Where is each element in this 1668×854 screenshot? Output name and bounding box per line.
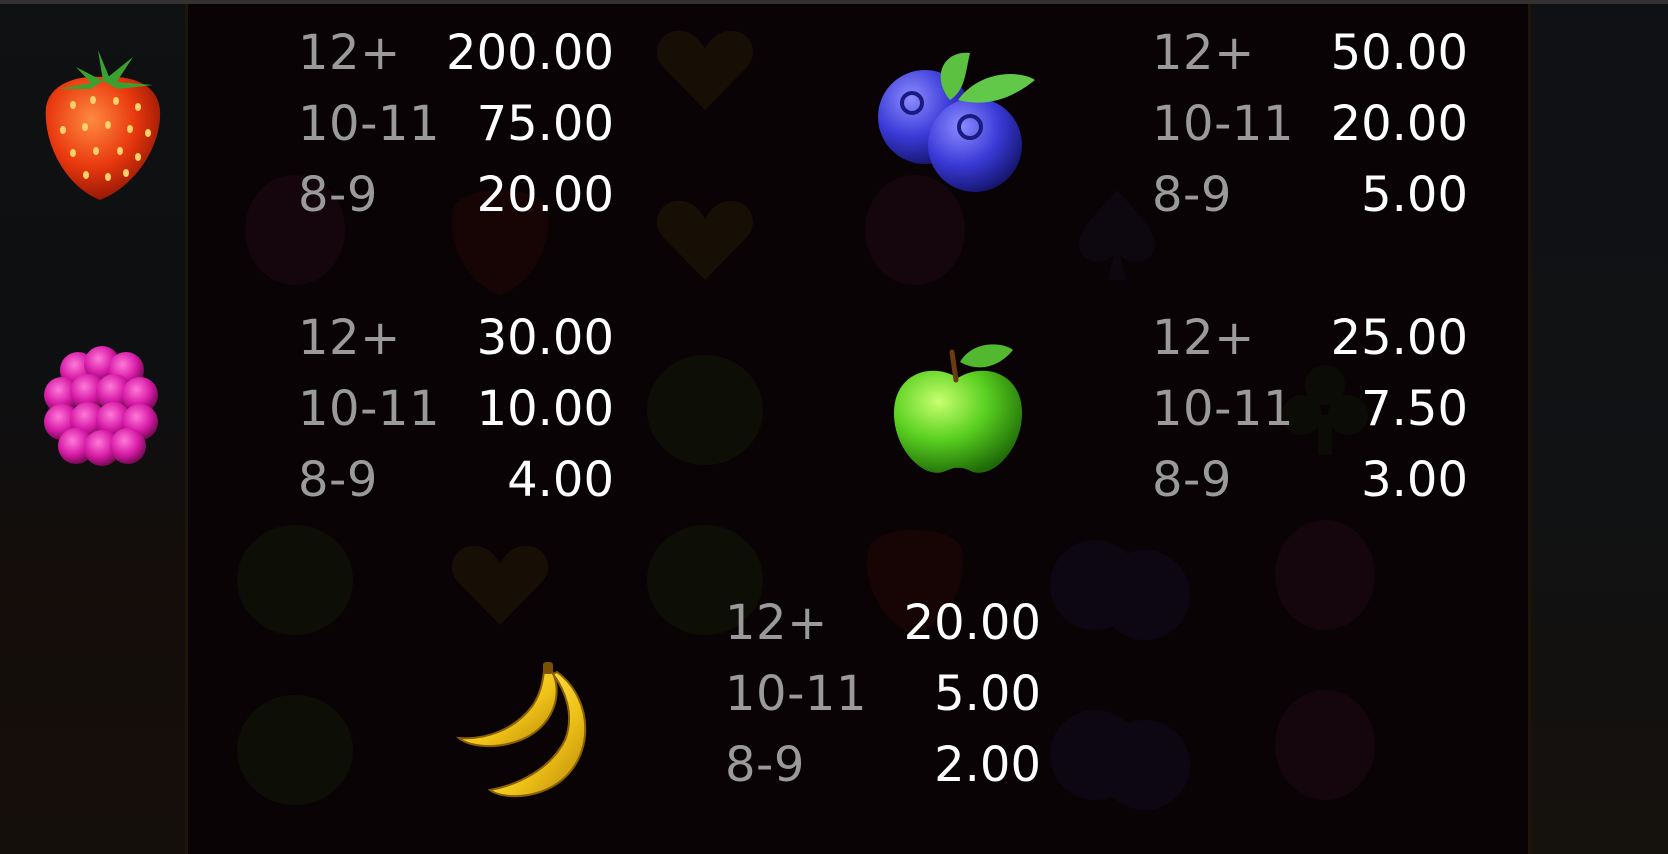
symbol-count: 12+ [1152,310,1255,366]
strawberry-row-1: 12+ 200.00 [298,18,614,88]
apple-row-1: 12+ 25.00 [1152,303,1468,373]
strawberry-icon [45,50,161,200]
symbol-count: 8-9 [298,452,378,508]
payout-value: 75.00 [476,96,614,152]
symbol-count: 10-11 [1152,381,1294,437]
payout-value: 7.50 [1361,381,1468,437]
blueberry-row-3: 8-9 5.00 [1152,160,1468,230]
symbol-count: 8-9 [725,737,805,793]
banana-row-3: 8-9 2.00 [725,730,1041,800]
apple-row-3: 8-9 3.00 [1152,445,1468,515]
payout-value: 200.00 [446,25,614,81]
symbol-count: 12+ [1152,25,1255,81]
payout-value: 5.00 [934,666,1041,722]
payout-value: 20.00 [903,595,1041,651]
symbol-count: 8-9 [1152,452,1232,508]
symbol-count: 10-11 [298,381,440,437]
symbol-count: 10-11 [1152,96,1294,152]
raspberry-row-3: 8-9 4.00 [298,445,614,515]
payout-value: 3.00 [1361,452,1468,508]
symbol-count: 8-9 [1152,167,1232,223]
raspberry-row-2: 10-11 10.00 [298,374,614,444]
blueberry-icon [878,52,1035,192]
raspberry-row-1: 12+ 30.00 [298,303,614,373]
symbol-count: 10-11 [298,96,440,152]
banana-row-1: 12+ 20.00 [725,588,1041,658]
raspberry-icon [44,346,158,466]
blueberry-row-2: 10-11 20.00 [1152,89,1468,159]
payout-value: 2.00 [934,737,1041,793]
payout-value: 10.00 [476,381,614,437]
symbol-count: 12+ [298,310,401,366]
symbol-count: 12+ [725,595,828,651]
symbol-count: 12+ [298,25,401,81]
symbol-count: 10-11 [725,666,867,722]
payout-value: 20.00 [1330,96,1468,152]
payout-value: 4.00 [507,452,614,508]
symbol-count: 8-9 [298,167,378,223]
strawberry-row-2: 10-11 75.00 [298,89,614,159]
strawberry-row-3: 8-9 20.00 [298,160,614,230]
banana-icon [456,662,587,798]
banana-row-2: 10-11 5.00 [725,659,1041,729]
payout-value: 30.00 [476,310,614,366]
apple-icon [893,344,1023,473]
payout-value: 20.00 [476,167,614,223]
apple-row-2: 10-11 7.50 [1152,374,1468,444]
payout-value: 50.00 [1330,25,1468,81]
payout-value: 25.00 [1330,310,1468,366]
payout-value: 5.00 [1361,167,1468,223]
blueberry-row-1: 12+ 50.00 [1152,18,1468,88]
